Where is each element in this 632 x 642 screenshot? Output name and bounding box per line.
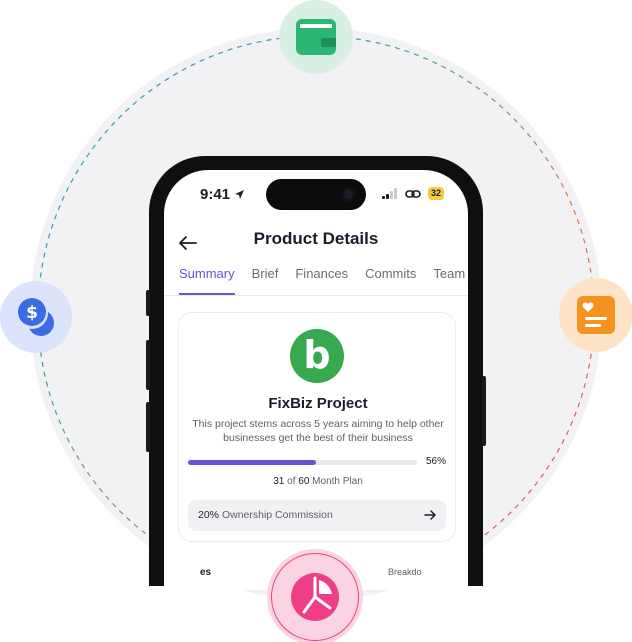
- dollar-coins-icon: $: [16, 297, 54, 336]
- progress-bar-fill: [188, 460, 317, 465]
- tab-team[interactable]: Team Ma: [433, 266, 468, 295]
- notes-badge: [559, 278, 632, 352]
- tab-bar: Summary Brief Finances Commits Team Ma: [179, 266, 468, 295]
- wallet-badge: [279, 0, 353, 74]
- project-name: FixBiz Project: [268, 395, 368, 412]
- tab-divider: [164, 295, 468, 296]
- header: Product Details: [164, 228, 468, 258]
- battery-indicator: 32: [427, 187, 444, 200]
- ownership-label: Ownership Commission: [221, 509, 333, 521]
- wallet-icon: [296, 19, 336, 55]
- plan-done: 31: [273, 476, 285, 487]
- tab-brief[interactable]: Brief: [252, 266, 279, 295]
- pie-chart-icon: [291, 573, 339, 621]
- project-description: This project stems across 5 years aiming…: [192, 418, 444, 444]
- camera-icon: [341, 187, 356, 202]
- project-logo: b: [290, 329, 344, 383]
- signal-icon: [381, 188, 397, 199]
- project-card: b FixBiz Project This project stems acro…: [178, 312, 456, 542]
- phone-side-button: [146, 402, 150, 452]
- plan-of: of: [287, 476, 296, 487]
- plan-total: 60: [298, 476, 310, 487]
- heart-notes-icon: [577, 296, 615, 334]
- arrow-right-icon: [424, 510, 436, 520]
- breakdown-link[interactable]: Breakdo: [388, 567, 422, 577]
- back-arrow-icon[interactable]: [176, 232, 200, 254]
- tab-finances[interactable]: Finances: [295, 266, 348, 295]
- status-time: 9:41: [200, 186, 245, 203]
- page-title: Product Details: [253, 229, 379, 248]
- dynamic-island: [266, 179, 366, 210]
- tab-summary[interactable]: Summary: [179, 266, 235, 295]
- section-label-left: es: [200, 567, 212, 578]
- status-time-text: 9:41: [200, 186, 231, 203]
- coins-badge: $: [0, 281, 72, 353]
- progress-bar: [188, 460, 417, 465]
- location-arrow-icon: [235, 190, 245, 199]
- phone-side-button: [146, 340, 150, 390]
- pie-chart-badge: [267, 549, 363, 642]
- phone-screen: 9:41 32 Product Details Summary Brief Fi…: [164, 170, 468, 590]
- progress-percent: 56%: [425, 456, 446, 467]
- project-logo-letter: b: [303, 333, 331, 377]
- tab-commits[interactable]: Commits: [365, 266, 416, 295]
- phone-side-button: [146, 290, 150, 316]
- link-icon: [405, 189, 421, 198]
- plan-progress: 31 of 60 Month Plan: [179, 476, 457, 487]
- svg-text:$: $: [26, 303, 38, 323]
- status-icons: 32: [381, 187, 444, 200]
- illustration: 9:41 32 Product Details Summary Brief Fi…: [0, 0, 632, 642]
- ownership-commission-row[interactable]: 20% Ownership Commission: [188, 500, 446, 531]
- ownership-value: 20%: [198, 509, 220, 521]
- phone-power-button: [482, 376, 486, 446]
- plan-unit: Month Plan: [312, 476, 363, 487]
